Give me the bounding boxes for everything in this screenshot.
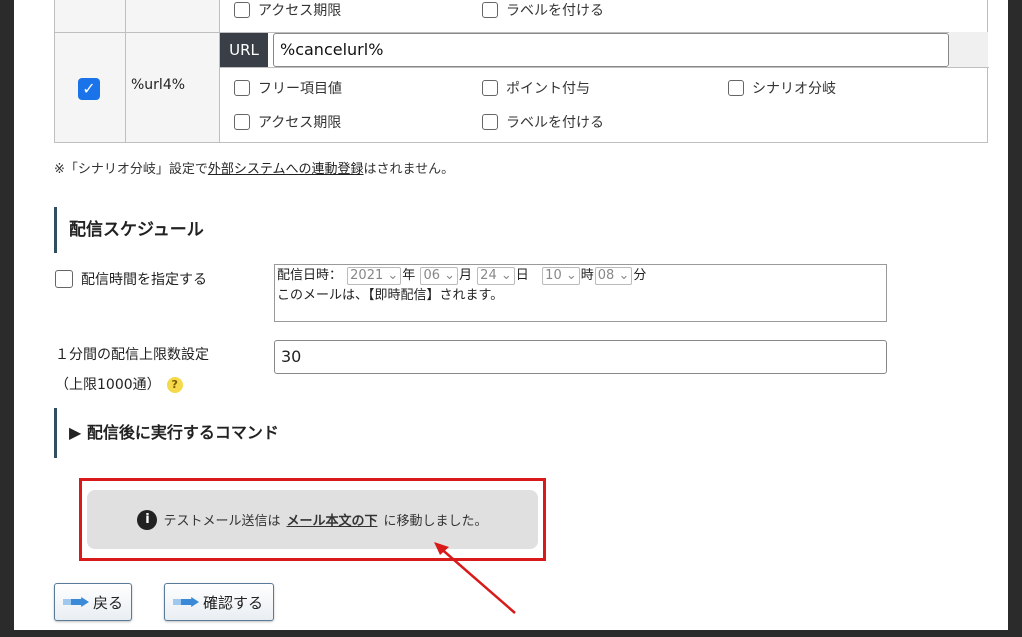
- arrow-right-icon: [173, 597, 199, 607]
- option-label: シナリオ分岐: [752, 81, 836, 97]
- datetime-row: 配信日時： 2021 ⌄ 年 06 ⌄ 月 24 ⌄ 日 10 ⌄ 時 08 ⌄ 分: [277, 266, 884, 286]
- option-access-limit[interactable]: アクセス期限: [234, 112, 341, 132]
- option-label: ラベルを付ける: [506, 115, 604, 131]
- hour-select[interactable]: 10 ⌄: [542, 267, 580, 285]
- limit-label-line1: １分間の配信上限数設定: [55, 347, 209, 363]
- url-cell-filler: [949, 32, 988, 67]
- immediate-text: このメールは、【即時配信】されます。: [277, 288, 504, 303]
- unit: 年: [402, 268, 416, 283]
- command-heading[interactable]: ▶ 配信後に実行するコマンド: [54, 408, 279, 458]
- checkbox[interactable]: [482, 114, 498, 130]
- option-add-label-row1[interactable]: ラベルを付ける: [482, 0, 604, 20]
- limit-label: １分間の配信上限数設定 （上限1000通）?: [55, 340, 209, 400]
- specify-time-label: 配信時間を指定する: [81, 272, 207, 288]
- checkbox-cell: [55, 0, 126, 32]
- annotation-arrow: [434, 542, 516, 614]
- limit-input[interactable]: 30: [274, 340, 887, 374]
- option-scenario[interactable]: シナリオ分岐: [728, 78, 836, 98]
- year-select[interactable]: 2021 ⌄: [347, 267, 402, 285]
- option-label: アクセス期限: [258, 3, 342, 19]
- unit: 日: [515, 268, 529, 283]
- back-label: 戻る: [93, 593, 124, 612]
- option-add-label[interactable]: ラベルを付ける: [482, 112, 604, 132]
- limit-label-line2: （上限1000通）: [55, 377, 161, 393]
- option-label: ラベルを付ける: [506, 3, 604, 19]
- unit: 時: [580, 268, 594, 283]
- url-tag: URL: [220, 33, 268, 67]
- param-cell: %url4%: [126, 33, 220, 142]
- page: アクセス期限 ラベルを付ける ✓ %url4% URL %cancelurl% …: [14, 0, 1008, 630]
- datetime-label: 配信日時：: [277, 268, 343, 283]
- confirm-label: 確認する: [203, 593, 264, 612]
- external-link[interactable]: 外部システムへの連動登録: [208, 162, 364, 177]
- scenario-note: ※「シナリオ分岐」設定で外部システムへの連動登録はされません。: [54, 158, 454, 177]
- url-settings-table: アクセス期限 ラベルを付ける ✓ %url4% URL %cancelurl% …: [54, 0, 989, 143]
- option-label: ポイント付与: [506, 81, 590, 97]
- month-select[interactable]: 06 ⌄: [420, 267, 459, 285]
- day-select[interactable]: 24 ⌄: [477, 267, 515, 285]
- unit: 月: [459, 268, 473, 283]
- url-input[interactable]: %cancelurl%: [273, 33, 949, 67]
- option-point[interactable]: ポイント付与: [482, 78, 590, 98]
- option-label: アクセス期限: [258, 115, 342, 131]
- checkbox[interactable]: [482, 2, 498, 18]
- checkbox[interactable]: [234, 80, 250, 96]
- schedule-box: 配信日時： 2021 ⌄ 年 06 ⌄ 月 24 ⌄ 日 10 ⌄ 時 08 ⌄ 分 このメ…: [274, 264, 887, 322]
- back-button[interactable]: 戻る: [54, 583, 132, 621]
- param-cell: [126, 0, 220, 32]
- checkbox[interactable]: [482, 80, 498, 96]
- specify-time-option[interactable]: 配信時間を指定する: [55, 269, 207, 289]
- option-free-item[interactable]: フリー項目値: [234, 78, 342, 98]
- note-text: ※「シナリオ分岐」設定で: [54, 162, 208, 177]
- row-select-checkbox[interactable]: ✓: [78, 78, 100, 100]
- unit: 分: [633, 268, 647, 283]
- checkbox[interactable]: [728, 80, 744, 96]
- option-access-limit-row1[interactable]: アクセス期限: [234, 0, 341, 20]
- checkbox-cell: ✓: [55, 33, 126, 142]
- checkbox[interactable]: [234, 2, 250, 18]
- option-label: フリー項目値: [258, 81, 342, 97]
- row-divider: [220, 67, 989, 68]
- schedule-heading: 配信スケジュール: [54, 207, 204, 253]
- arrow-right-icon: [63, 597, 89, 607]
- checkbox[interactable]: [55, 270, 73, 288]
- note-text: はされません。: [363, 162, 455, 177]
- confirm-button[interactable]: 確認する: [164, 583, 274, 621]
- checkbox[interactable]: [234, 114, 250, 130]
- minute-select[interactable]: 08 ⌄: [594, 267, 633, 285]
- help-icon[interactable]: ?: [166, 377, 183, 393]
- param-name: %url4%: [131, 77, 186, 93]
